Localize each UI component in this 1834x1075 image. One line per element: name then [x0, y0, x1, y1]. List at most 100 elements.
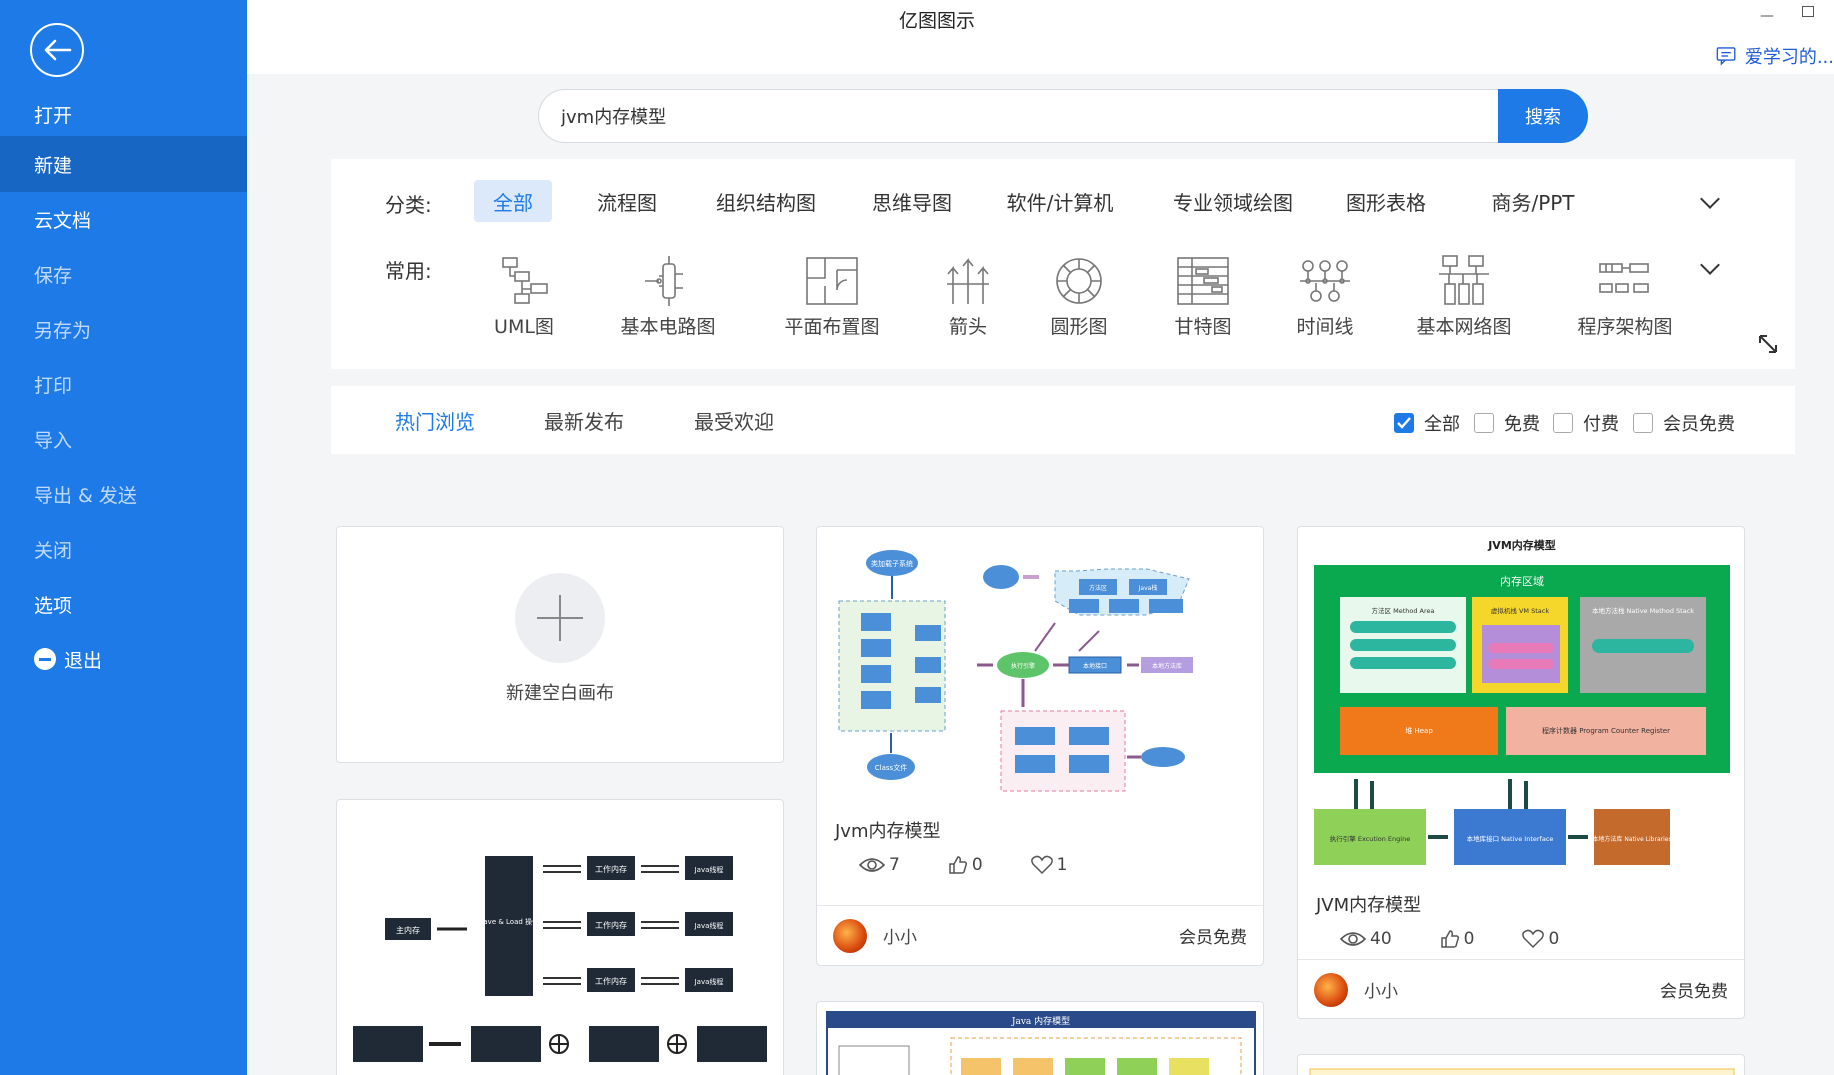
tab-latest[interactable]: 最新发布 — [544, 406, 624, 435]
svg-text:Java线程: Java线程 — [694, 865, 724, 874]
tab-flowchart[interactable]: 流程图 — [588, 180, 666, 222]
template-card[interactable]: JVM内存模型 内存区域 方法区 Method Area 虚拟机栈 VM Sta… — [1297, 526, 1745, 1019]
svg-text:JVM内存模型: JVM内存模型 — [1487, 538, 1556, 552]
price-badge: 会员免费 — [1179, 928, 1247, 948]
common-item-circuit[interactable]: 基本电路图 — [603, 254, 733, 339]
price-badge: 会员免费 — [1660, 982, 1728, 1002]
tab-hot[interactable]: 热门浏览 — [395, 406, 475, 435]
filter-all[interactable]: 全部 — [1394, 410, 1460, 436]
sidebar-item-export-send[interactable]: 导出 & 发送 — [0, 466, 247, 522]
template-thumbnail: JVM内存模型 内存区域 方法区 Method Area 虚拟机栈 VM Sta… — [1314, 538, 1730, 865]
sidebar-item-save-as[interactable]: 另存为 — [0, 301, 247, 357]
svg-text:本地库接口 Native Interface: 本地库接口 Native Interface — [1467, 834, 1554, 843]
template-card[interactable]: Java 内存模型 — [816, 1001, 1264, 1075]
new-canvas-card[interactable]: 新建空白画布 — [336, 526, 784, 763]
common-item-floorplan[interactable]: 平面布置图 — [767, 254, 897, 339]
timeline-icon — [1300, 260, 1350, 302]
tab-mind-map[interactable]: 思维导图 — [863, 180, 961, 222]
svg-text:工作内存: 工作内存 — [595, 976, 627, 986]
user-link[interactable]: 爱学习的... — [1716, 42, 1834, 70]
svg-text:Java线程: Java线程 — [694, 921, 724, 930]
eye-icon — [1340, 932, 1366, 946]
network-icon — [1439, 255, 1489, 305]
svg-text:执行引擎 Excution Engine: 执行引擎 Excution Engine — [1330, 834, 1410, 843]
sidebar-item-print[interactable]: 打印 — [0, 356, 247, 412]
checkbox-icon[interactable] — [1474, 413, 1494, 433]
svg-text:方法区 Method Area: 方法区 Method Area — [1372, 606, 1435, 615]
template-thumbnail: 主内存 Save & Load 操作 工作内存 工作内存 工作内存 Java线程… — [353, 856, 767, 1062]
avatar[interactable] — [1314, 972, 1348, 1007]
avatar[interactable] — [833, 918, 867, 953]
checkbox-icon[interactable] — [1633, 413, 1653, 433]
card-stats: 40 0 0 — [1340, 929, 1607, 949]
card-title: JVM内存模型 — [1316, 895, 1422, 916]
heart-icon[interactable] — [1522, 929, 1545, 949]
chevron-down-icon[interactable] — [1700, 255, 1720, 275]
heart-icon[interactable] — [1030, 855, 1053, 875]
checkbox-checked-icon[interactable] — [1394, 413, 1414, 433]
tab-business-ppt[interactable]: 商务/PPT — [1473, 180, 1593, 222]
svg-text:Java 内存模型: Java 内存模型 — [1011, 1015, 1070, 1027]
card-author-row: 小小 会员免费 — [1298, 959, 1744, 1018]
thumbs-up-icon[interactable] — [1440, 929, 1460, 949]
svg-text:程序计数器 Program Counter Register: 程序计数器 Program Counter Register — [1542, 726, 1670, 735]
checkbox-icon[interactable] — [1553, 413, 1573, 433]
floorplan-icon — [806, 257, 858, 305]
svg-text:执行引擎: 执行引擎 — [1011, 662, 1035, 670]
common-item-timeline[interactable]: 时间线 — [1260, 254, 1390, 339]
search-input[interactable] — [538, 89, 1498, 143]
architecture-icon — [1599, 263, 1649, 293]
expand-icon[interactable] — [1757, 333, 1779, 355]
search-button[interactable]: 搜索 — [1498, 89, 1588, 143]
template-thumbnail: Java 内存模型 — [826, 1011, 1256, 1075]
author-name[interactable]: 小小 — [883, 923, 917, 948]
circle-diagram-icon — [1056, 258, 1102, 304]
svg-text:Java栈: Java栈 — [1138, 584, 1158, 592]
sidebar-item-exit[interactable]: 退出 — [0, 631, 247, 687]
common-item-uml[interactable]: UML图 — [459, 254, 589, 339]
tab-popular[interactable]: 最受欢迎 — [694, 406, 774, 435]
sidebar-item-open[interactable]: 打开 — [0, 86, 247, 142]
minimize-icon[interactable]: — — [1760, 8, 1774, 24]
sidebar-item-save[interactable]: 保存 — [0, 246, 247, 302]
svg-text:内存区域: 内存区域 — [1500, 574, 1544, 588]
sidebar-item-options[interactable]: 选项 — [0, 576, 247, 632]
tab-all[interactable]: 全部 — [474, 180, 552, 222]
back-arrow-icon[interactable] — [30, 23, 84, 77]
category-panel: 分类: 全部 流程图 组织结构图 思维导图 软件/计算机 专业领域绘图 图形表格… — [331, 159, 1795, 369]
sort-bar: 热门浏览 最新发布 最受欢迎 全部 免费 付费 会员免费 — [331, 386, 1795, 454]
new-canvas-label: 新建空白画布 — [506, 683, 614, 704]
common-item-circle-diagram[interactable]: 圆形图 — [1014, 254, 1144, 339]
tab-software[interactable]: 软件/计算机 — [998, 180, 1122, 222]
common-item-gantt[interactable]: 甘特图 — [1138, 254, 1268, 339]
common-label: 常用: — [385, 259, 432, 283]
thumbs-up-icon[interactable] — [948, 855, 968, 875]
sidebar-item-import[interactable]: 导入 — [0, 411, 247, 467]
author-name[interactable]: 小小 — [1364, 977, 1398, 1002]
sidebar: 打开 新建 云文档 保存 另存为 打印 导入 导出 & 发送 关闭 选项 退出 — [0, 0, 247, 1075]
tab-professional[interactable]: 专业领域绘图 — [1163, 180, 1303, 222]
template-card[interactable]: 类加载子系统 Class文件 方法区 Java栈 执行引擎 本地接口 本地方法库… — [816, 526, 1264, 966]
tab-graphics-tables[interactable]: 图形表格 — [1337, 180, 1435, 222]
tab-org-chart[interactable]: 组织结构图 — [707, 180, 825, 222]
filter-member-free[interactable]: 会员免费 — [1633, 410, 1735, 436]
svg-text:方法区: 方法区 — [1089, 584, 1107, 592]
common-item-architecture[interactable]: 程序架构图 — [1560, 254, 1690, 339]
common-item-network[interactable]: 基本网络图 — [1399, 254, 1529, 339]
sidebar-item-new[interactable]: 新建 — [0, 136, 247, 192]
svg-text:堆 Heap: 堆 Heap — [1405, 726, 1433, 735]
template-card[interactable]: 主内存 Save & Load 操作 工作内存 工作内存 工作内存 Java线程… — [336, 799, 784, 1075]
filter-free[interactable]: 免费 — [1474, 410, 1540, 436]
circuit-icon — [645, 256, 683, 306]
svg-text:Java线程: Java线程 — [694, 977, 724, 986]
restore-icon[interactable] — [1802, 6, 1814, 17]
sidebar-item-cloud-docs[interactable]: 云文档 — [0, 191, 247, 247]
filter-paid[interactable]: 付费 — [1553, 410, 1619, 436]
template-card[interactable] — [1297, 1054, 1745, 1075]
svg-text:工作内存: 工作内存 — [595, 864, 627, 874]
chevron-down-icon[interactable] — [1700, 189, 1720, 209]
plus-icon — [515, 573, 605, 663]
category-label: 分类: — [385, 193, 432, 217]
sidebar-item-close[interactable]: 关闭 — [0, 521, 247, 577]
card-author-row: 小小 会员免费 — [817, 905, 1263, 965]
